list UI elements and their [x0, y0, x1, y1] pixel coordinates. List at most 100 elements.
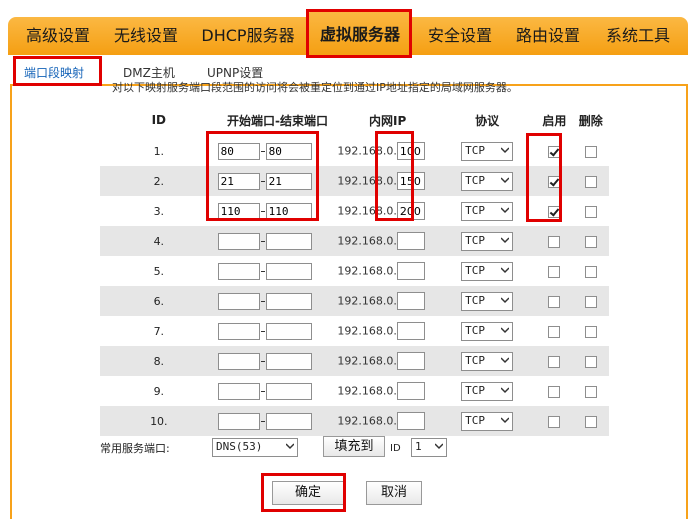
nav-item-wireless[interactable]: 无线设置: [104, 17, 188, 55]
row-protocol: TCP: [437, 376, 537, 406]
ip-last-octet-input[interactable]: [396, 382, 425, 400]
nav-item-advanced[interactable]: 高级设置: [14, 17, 102, 55]
delete-checkbox[interactable]: [584, 415, 597, 428]
row-id: 6.: [100, 286, 218, 316]
delete-checkbox[interactable]: [584, 205, 597, 218]
port-dash: [260, 300, 265, 302]
protocol-select[interactable]: TCP: [461, 351, 514, 371]
start-port-input[interactable]: [217, 142, 260, 160]
start-port-input[interactable]: [217, 262, 260, 280]
start-port-input[interactable]: [217, 172, 260, 190]
row-enable: [536, 406, 573, 436]
common-service-label: 常用服务端口:: [100, 442, 170, 455]
start-port-input[interactable]: [217, 202, 260, 220]
delete-checkbox[interactable]: [584, 325, 597, 338]
row-ip: 192.168.0.: [337, 286, 438, 316]
start-port-input[interactable]: [217, 292, 260, 310]
ip-last-octet-input[interactable]: [396, 412, 425, 430]
ip-prefix: 192.168.0.: [337, 324, 397, 338]
protocol-select[interactable]: TCP: [461, 171, 514, 191]
row-enable: [536, 346, 573, 376]
enable-checkbox[interactable]: [548, 205, 561, 218]
end-port-input[interactable]: [265, 352, 312, 370]
end-port-input[interactable]: [265, 202, 312, 220]
delete-checkbox[interactable]: [584, 295, 597, 308]
row-delete: [572, 256, 609, 286]
row-ports: [217, 226, 338, 256]
enable-checkbox[interactable]: [548, 385, 561, 398]
delete-checkbox[interactable]: [584, 385, 597, 398]
nav-item-system-tools[interactable]: 系统工具: [596, 17, 680, 55]
end-port-input[interactable]: [265, 382, 312, 400]
protocol-select[interactable]: TCP: [461, 321, 514, 341]
row-id: 8.: [100, 346, 218, 376]
row-id: 1.: [100, 136, 218, 166]
delete-checkbox[interactable]: [584, 145, 597, 158]
end-port-input[interactable]: [265, 142, 312, 160]
header-enable: 启用: [536, 104, 573, 136]
end-port-input[interactable]: [265, 172, 312, 190]
nav-item-routing[interactable]: 路由设置: [506, 17, 590, 55]
confirm-button[interactable]: 确定: [272, 481, 344, 505]
cancel-button[interactable]: 取消: [366, 481, 422, 505]
end-port-input[interactable]: [265, 292, 312, 310]
fill-id-label: ID: [390, 443, 401, 454]
protocol-select[interactable]: TCP: [461, 201, 514, 221]
common-service-select[interactable]: DNS(53): [212, 438, 298, 457]
nav-item-dhcp[interactable]: DHCP服务器: [196, 17, 300, 55]
ip-last-octet-input[interactable]: [396, 292, 425, 310]
chevron-down-icon: [501, 266, 510, 273]
enable-checkbox[interactable]: [548, 235, 561, 248]
enable-checkbox[interactable]: [548, 175, 561, 188]
end-port-input[interactable]: [265, 322, 312, 340]
row-ip: 192.168.0.: [337, 316, 438, 346]
nav-item-virtual-server[interactable]: 虚拟服务器: [308, 10, 412, 56]
fill-to-button[interactable]: 填充到: [323, 436, 385, 457]
delete-checkbox[interactable]: [584, 235, 597, 248]
protocol-select[interactable]: TCP: [461, 231, 514, 251]
delete-checkbox[interactable]: [584, 265, 597, 278]
row-ports: [217, 136, 338, 166]
enable-checkbox[interactable]: [548, 415, 561, 428]
enable-checkbox[interactable]: [548, 265, 561, 278]
enable-checkbox[interactable]: [548, 325, 561, 338]
protocol-select[interactable]: TCP: [461, 261, 514, 281]
end-port-input[interactable]: [265, 232, 312, 250]
enable-checkbox[interactable]: [548, 355, 561, 368]
ip-last-octet-input[interactable]: [396, 262, 425, 280]
enable-checkbox[interactable]: [548, 145, 561, 158]
row-ip: 192.168.0.: [337, 406, 438, 436]
row-ports: [217, 376, 338, 406]
start-port-input[interactable]: [217, 382, 260, 400]
nav-item-security[interactable]: 安全设置: [418, 17, 502, 55]
end-port-input[interactable]: [265, 412, 312, 430]
ip-last-octet-input[interactable]: [396, 322, 425, 340]
protocol-select[interactable]: TCP: [461, 141, 514, 161]
ip-last-octet-input[interactable]: [396, 172, 425, 190]
ip-last-octet-input[interactable]: [396, 352, 425, 370]
row-ports: [217, 166, 338, 196]
protocol-value: TCP: [465, 203, 485, 217]
start-port-input[interactable]: [217, 352, 260, 370]
end-port-input[interactable]: [265, 262, 312, 280]
ip-last-octet-input[interactable]: [396, 232, 425, 250]
ip-prefix: 192.168.0.: [337, 354, 397, 368]
header-delete: 删除: [572, 104, 609, 136]
fill-id-select[interactable]: 1: [411, 438, 447, 457]
protocol-select[interactable]: TCP: [461, 411, 514, 431]
enable-checkbox[interactable]: [548, 295, 561, 308]
delete-checkbox[interactable]: [584, 355, 597, 368]
start-port-input[interactable]: [217, 412, 260, 430]
ip-prefix: 192.168.0.: [337, 294, 397, 308]
protocol-select[interactable]: TCP: [461, 291, 514, 311]
row-enable: [536, 166, 573, 196]
start-port-input[interactable]: [217, 322, 260, 340]
subnav-item-port-range[interactable]: 端口段映射: [24, 64, 84, 81]
ip-last-octet-input[interactable]: [396, 142, 425, 160]
protocol-value: TCP: [465, 323, 485, 337]
start-port-input[interactable]: [217, 232, 260, 250]
protocol-select[interactable]: TCP: [461, 381, 514, 401]
table-row: 8. 192.168.0. TCP: [100, 346, 609, 376]
delete-checkbox[interactable]: [584, 175, 597, 188]
ip-last-octet-input[interactable]: [396, 202, 425, 220]
